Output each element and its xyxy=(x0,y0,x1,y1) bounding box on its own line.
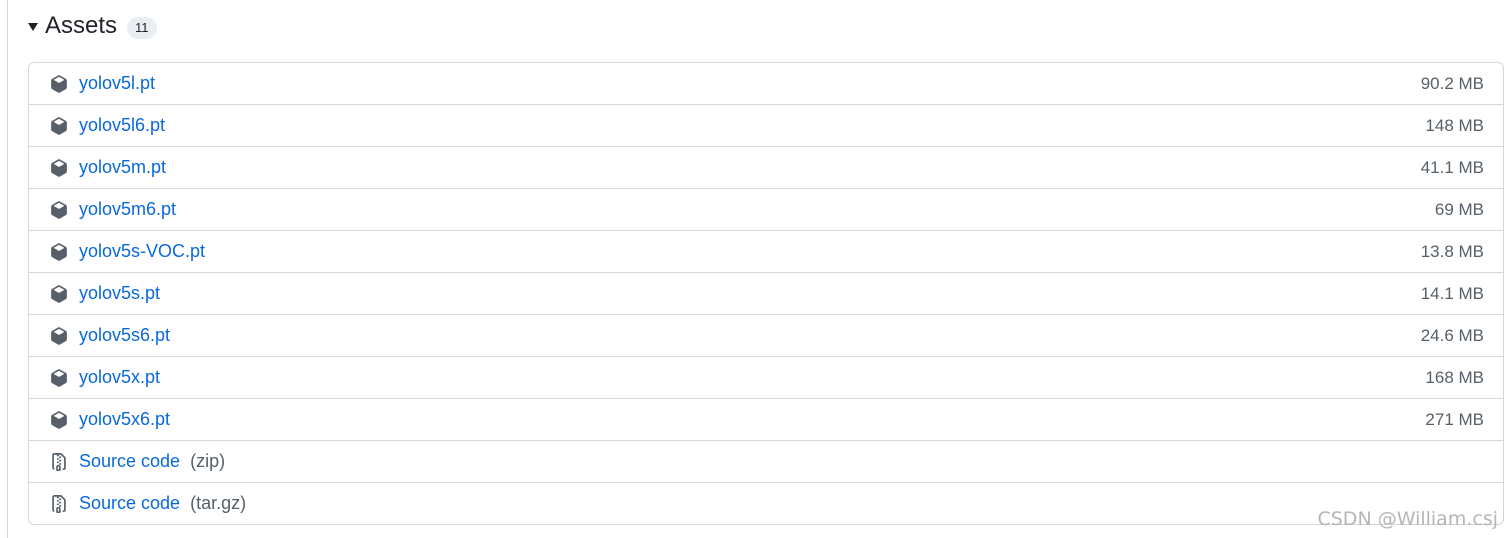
asset-row: yolov5m.pt 41.1 MB xyxy=(29,146,1503,188)
package-icon xyxy=(50,284,68,303)
asset-link[interactable]: yolov5x6.pt xyxy=(79,409,170,430)
assets-title: Assets xyxy=(45,12,118,39)
asset-link[interactable]: yolov5l.pt xyxy=(79,73,155,94)
releases-page: Assets 11 yolov5l.pt 90.2 MB yolov5l6.pt… xyxy=(0,0,1512,538)
container-border xyxy=(7,0,8,538)
source-ext: (zip) xyxy=(190,451,226,471)
source-label: Source code xyxy=(79,493,181,513)
package-icon xyxy=(50,158,68,177)
asset-size: 41.1 MB xyxy=(1420,157,1484,177)
asset-link[interactable]: yolov5l6.pt xyxy=(79,115,165,136)
package-icon xyxy=(50,368,68,387)
asset-row: yolov5s.pt 14.1 MB xyxy=(29,272,1503,314)
asset-row: yolov5m6.pt 69 MB xyxy=(29,188,1503,230)
assets-count-badge: 11 xyxy=(127,17,157,39)
asset-row: yolov5x.pt 168 MB xyxy=(29,356,1503,398)
assets-toggle[interactable]: Assets 11 xyxy=(28,9,157,43)
source-ext: (tar.gz) xyxy=(190,493,247,513)
asset-link[interactable]: yolov5x.pt xyxy=(79,367,160,388)
asset-link[interactable]: yolov5m6.pt xyxy=(79,199,176,220)
source-code-zip-link[interactable]: Source code (zip) xyxy=(79,451,225,472)
asset-row: yolov5s6.pt 24.6 MB xyxy=(29,314,1503,356)
package-icon xyxy=(50,326,68,345)
asset-size: 69 MB xyxy=(1434,199,1484,219)
asset-list: yolov5l.pt 90.2 MB yolov5l6.pt 148 MB yo… xyxy=(28,62,1504,525)
asset-link[interactable]: yolov5s-VOC.pt xyxy=(79,241,205,262)
asset-size: 271 MB xyxy=(1425,409,1484,429)
asset-size: 14.1 MB xyxy=(1420,283,1484,303)
file-zip-icon xyxy=(50,452,68,471)
asset-link[interactable]: yolov5s.pt xyxy=(79,283,160,304)
asset-row: yolov5s-VOC.pt 13.8 MB xyxy=(29,230,1503,272)
source-row: Source code (zip) xyxy=(29,440,1503,482)
asset-size: 90.2 MB xyxy=(1420,73,1484,93)
asset-link[interactable]: yolov5m.pt xyxy=(79,157,166,178)
asset-size: 148 MB xyxy=(1425,115,1484,135)
asset-row: yolov5l.pt 90.2 MB xyxy=(29,63,1503,104)
asset-link[interactable]: yolov5s6.pt xyxy=(79,325,170,346)
asset-size: 13.8 MB xyxy=(1420,241,1484,261)
package-icon xyxy=(50,200,68,219)
caret-down-icon xyxy=(28,23,38,31)
file-zip-icon xyxy=(50,494,68,513)
package-icon xyxy=(50,116,68,135)
source-label: Source code xyxy=(79,451,181,471)
source-code-targz-link[interactable]: Source code (tar.gz) xyxy=(79,493,246,514)
watermark: CSDN @William.csj xyxy=(1317,508,1498,530)
package-icon xyxy=(50,74,68,93)
asset-row: yolov5x6.pt 271 MB xyxy=(29,398,1503,440)
asset-size: 168 MB xyxy=(1425,367,1484,387)
package-icon xyxy=(50,410,68,429)
asset-row: yolov5l6.pt 148 MB xyxy=(29,104,1503,146)
asset-size: 24.6 MB xyxy=(1420,325,1484,345)
package-icon xyxy=(50,242,68,261)
source-row: Source code (tar.gz) xyxy=(29,482,1503,524)
